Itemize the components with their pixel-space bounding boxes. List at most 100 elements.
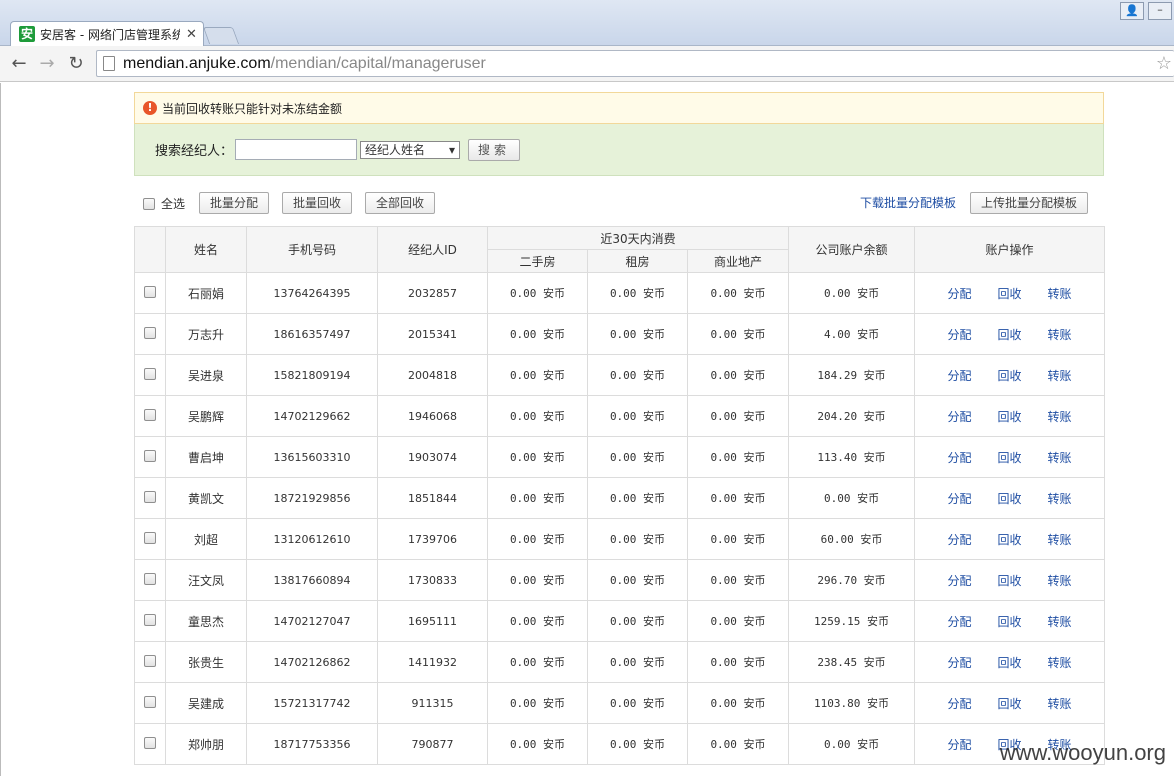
row-operations: 分配 回收 转账: [914, 600, 1106, 642]
assign-link[interactable]: 分配: [947, 533, 971, 547]
transfer-link[interactable]: 转账: [1048, 287, 1072, 301]
consume-commercial: 0.00 安币: [686, 641, 790, 683]
select-all[interactable]: 全选: [143, 195, 185, 212]
assign-link[interactable]: 分配: [947, 287, 971, 301]
assign-link[interactable]: 分配: [947, 369, 971, 383]
reclaim-all-button[interactable]: 全部回收: [365, 192, 435, 214]
transfer-link[interactable]: 转账: [1048, 492, 1072, 506]
row-operations: 分配 回收 转账: [914, 641, 1106, 683]
reclaim-link[interactable]: 回收: [998, 656, 1022, 670]
row-checkbox[interactable]: [144, 695, 156, 708]
account-balance: 1259.15 安币: [788, 600, 916, 642]
search-input[interactable]: [235, 139, 358, 160]
consume-second-hand: 0.00 安币: [487, 272, 588, 314]
assign-link[interactable]: 分配: [947, 574, 971, 588]
reclaim-link[interactable]: 回收: [998, 410, 1022, 424]
table-row: 吴建成 15721317742 911315 0.00 安币 0.00 安币 0.00 安…: [134, 682, 1106, 724]
transfer-link[interactable]: 转账: [1048, 615, 1072, 629]
tab-close-icon[interactable]: ✕: [186, 27, 197, 42]
row-checkbox[interactable]: [144, 367, 156, 380]
transfer-link[interactable]: 转账: [1048, 451, 1072, 465]
assign-link[interactable]: 分配: [947, 697, 971, 711]
transfer-link[interactable]: 转账: [1048, 533, 1072, 547]
assign-link[interactable]: 分配: [947, 410, 971, 424]
browser-tab[interactable]: 安 安居客 - 网络门店管理系统 ✕: [10, 21, 204, 46]
assign-link[interactable]: 分配: [947, 738, 971, 752]
search-type-select[interactable]: 经纪人姓名 ▾: [360, 140, 461, 159]
table-row: 黄凯文 18721929856 1851844 0.00 安币 0.00 安币 0.00 …: [134, 477, 1106, 519]
account-balance: 0.00 安币: [788, 723, 916, 765]
assign-link[interactable]: 分配: [947, 615, 971, 629]
transfer-link[interactable]: 转账: [1048, 328, 1072, 342]
reclaim-link[interactable]: 回收: [998, 615, 1022, 629]
reclaim-link[interactable]: 回收: [998, 451, 1022, 465]
agent-name: 吴鹏辉: [165, 395, 247, 437]
row-checkbox[interactable]: [144, 326, 156, 339]
reclaim-link[interactable]: 回收: [998, 533, 1022, 547]
assign-link[interactable]: 分配: [947, 492, 971, 506]
transfer-link[interactable]: 转账: [1048, 410, 1072, 424]
upload-template-button[interactable]: 上传批量分配模板: [970, 192, 1088, 214]
row-checkbox[interactable]: [144, 654, 156, 667]
row-checkbox[interactable]: [144, 736, 156, 749]
select-all-checkbox[interactable]: [143, 197, 155, 210]
download-template-link[interactable]: 下载批量分配模板: [860, 194, 956, 211]
header-phone: 手机号码: [246, 226, 378, 273]
agent-name: 吴建成: [165, 682, 247, 724]
reclaim-link[interactable]: 回收: [998, 492, 1022, 506]
agent-name: 张贵生: [165, 641, 247, 683]
assign-link[interactable]: 分配: [947, 451, 971, 465]
reclaim-link[interactable]: 回收: [998, 369, 1022, 383]
table-row: 吴进泉 15821809194 2004818 0.00 安币 0.00 安币 0.00 …: [134, 354, 1106, 396]
transfer-link[interactable]: 转账: [1048, 697, 1072, 711]
transfer-link[interactable]: 转账: [1048, 574, 1072, 588]
transfer-link[interactable]: 转账: [1048, 656, 1072, 670]
select-all-label: 全选: [161, 197, 186, 211]
assign-link[interactable]: 分配: [947, 656, 971, 670]
agent-phone: 14702126862: [246, 641, 378, 683]
agent-phone: 14702129662: [246, 395, 378, 437]
bookmark-star-icon[interactable]: ☆: [1156, 53, 1172, 74]
row-checkbox[interactable]: [144, 531, 156, 544]
table-row: 石丽娟 13764264395 2032857 0.00 安币 0.00 安币 0.00 …: [134, 272, 1106, 314]
back-arrow-icon[interactable]: ←: [8, 53, 30, 74]
address-bar[interactable]: mendian.anjuke.com/mendian/capital/manag…: [96, 50, 1174, 77]
consume-second-hand: 0.00 安币: [487, 723, 588, 765]
search-type-value: 经纪人姓名: [365, 143, 426, 157]
row-checkbox[interactable]: [144, 572, 156, 585]
row-checkbox[interactable]: [144, 490, 156, 503]
notice-text: 当前回收转账只能针对未冻结金额: [162, 101, 343, 116]
row-checkbox[interactable]: [144, 285, 156, 298]
account-balance: 113.40 安币: [788, 436, 916, 478]
user-profile-icon[interactable]: 👤: [1120, 2, 1144, 20]
batch-reclaim-button[interactable]: 批量回收: [282, 192, 352, 214]
consume-commercial: 0.00 安币: [686, 436, 790, 478]
agent-name: 黄凯文: [165, 477, 247, 519]
search-button[interactable]: 搜索: [468, 138, 521, 161]
reclaim-link[interactable]: 回收: [998, 328, 1022, 342]
row-checkbox[interactable]: [144, 408, 156, 421]
row-checkbox[interactable]: [144, 613, 156, 626]
new-tab-button[interactable]: [202, 27, 240, 44]
assign-link[interactable]: 分配: [947, 328, 971, 342]
search-label: 搜索经纪人：: [155, 144, 234, 159]
row-checkbox-cell: [134, 477, 166, 519]
consume-rent: 0.00 安币: [587, 723, 688, 765]
account-balance: 60.00 安币: [788, 518, 916, 560]
consume-second-hand: 0.00 安币: [487, 641, 588, 683]
row-checkbox[interactable]: [144, 449, 156, 462]
reload-icon[interactable]: ↻: [65, 53, 87, 74]
reclaim-link[interactable]: 回收: [998, 287, 1022, 301]
agent-id: 1730833: [377, 559, 488, 601]
reclaim-link[interactable]: 回收: [998, 574, 1022, 588]
row-operations: 分配 回收 转账: [914, 682, 1106, 724]
forward-arrow-icon[interactable]: →: [36, 53, 58, 74]
row-operations: 分配 回收 转账: [914, 518, 1106, 560]
reclaim-link[interactable]: 回收: [998, 697, 1022, 711]
consume-commercial: 0.00 安币: [686, 518, 790, 560]
window-minimize-button[interactable]: –: [1148, 2, 1172, 20]
batch-assign-button[interactable]: 批量分配: [199, 192, 269, 214]
browser-toolbar: ← → ↻ mendian.anjuke.com/mendian/capital…: [0, 46, 1174, 82]
agent-id: 790877: [377, 723, 488, 765]
transfer-link[interactable]: 转账: [1048, 369, 1072, 383]
